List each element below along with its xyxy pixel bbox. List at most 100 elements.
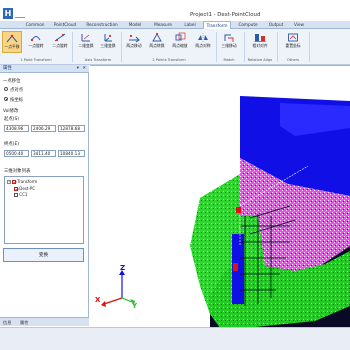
axes-gizmo: Z X Y [95,264,138,310]
start-y-field[interactable]: 2406.29 [31,125,56,132]
checkbox[interactable] [12,180,16,184]
axis-2d-icon [81,34,90,42]
button-label: 三维变换 [100,43,116,48]
panel-title: 属性 [3,66,12,71]
tab-pointcloud[interactable]: PointCloud [50,21,80,29]
tab-reconstruction[interactable]: Reconstruction [83,21,121,29]
point-cloud-scene[interactable]: Z X Y [90,66,350,327]
move-point-icon [6,34,18,43]
match-icon [224,34,234,42]
tree-child-row[interactable]: CC1 [14,192,27,197]
reset-icon [288,33,298,42]
button-label: 一点旋转 [28,43,44,48]
two-point-convert-button[interactable]: 两点转换 [147,31,167,53]
radio-label: 点对点 [10,88,24,93]
end-x-field[interactable]: 0500.40 [4,150,29,157]
button-label: 重置坐标 [285,43,301,48]
group-separator [72,32,73,62]
axis-3d-icon [104,34,112,42]
group-label-4: Match [223,58,235,62]
button-label: 两点缩放 [172,43,188,48]
ribbon-toolbar: 一点平移 一点旋转 二点旋转 1 Point Transform 二维变换 三维… [0,29,350,65]
rotate-point-icon [30,36,41,42]
radio-by-coordinates[interactable] [4,97,8,101]
checkbox[interactable] [14,187,18,191]
reset-coordinates-button[interactable]: 重置坐标 [283,31,303,53]
group-label-3: 2 Points Transform [152,58,186,62]
red-marker [236,207,241,213]
collapse-icon[interactable]: − [7,180,11,184]
tab-common[interactable]: Common [22,21,48,29]
tab-measure[interactable]: Measure [150,21,176,29]
mirror-icon [198,33,208,42]
button-label: 两点转换 [149,43,165,48]
end-y-field[interactable]: 3411.40 [31,150,56,157]
button-label: 二点旋转 [52,43,68,48]
y-axis-label: Y [131,302,138,310]
window-title: Project1 - Dest-PointCloud [190,12,261,18]
3d-viewport[interactable]: Z X Y [90,65,350,327]
radio-point-to-point[interactable] [4,87,8,91]
y-axis [121,297,133,303]
button-label: 三维移动 [221,43,237,48]
tree-child-label: Dest-PC [19,186,36,191]
one-point-move-button[interactable]: 一点平移 [2,31,22,53]
section-label: 一点移位 [3,79,21,84]
app-logo[interactable]: H [3,8,13,19]
tab-properties[interactable]: 属性 [20,319,28,326]
tree-root-row[interactable]: − Transform [7,179,37,184]
one-point-rotate-button[interactable]: 一点旋转 [26,31,46,53]
group-label-1: 1 Point Transform [20,58,52,62]
tree-root-label: Transform [17,179,38,184]
radio-label: 按坐标 [10,98,24,103]
x-axis-label: X [95,296,101,304]
group-label-6: Others [286,58,300,62]
tree-child-row[interactable]: Dest-PC [14,186,35,191]
relative-align-button[interactable]: 相对对齐 [250,31,270,53]
3d-move-match-button[interactable]: 三维移动 [219,31,239,53]
section-label: Vol修改 [3,109,19,114]
x-axis [103,297,123,305]
tab-transform[interactable]: Transform [203,21,231,29]
tree-child-label: CC1 [19,192,28,197]
button-label: 相对对齐 [252,43,268,48]
two-point-convert-icon [152,32,162,42]
rotate-two-points-icon [54,33,66,42]
panel-header: 属性 ▾ ✕ [0,65,89,73]
start-point-label: 起点(S) [4,117,19,122]
tab-view[interactable]: View [290,21,308,29]
start-x-field[interactable]: 4308.96 [4,125,29,132]
group-separator [121,32,122,62]
quick-access-toolbar[interactable] [15,12,25,18]
tab-info[interactable]: 信息 [3,319,11,326]
tab-model[interactable]: Model [124,21,146,29]
3d-transform-button[interactable]: 三维变换 [98,31,118,53]
object-tree: − Transform Dest-PC CC1 [4,176,84,244]
checkbox[interactable] [14,193,18,197]
end-z-field[interactable]: 10840.13 [58,150,85,157]
two-point-rotate-button[interactable]: 二点旋转 [50,31,70,53]
tab-compute[interactable]: Compute [234,21,262,29]
group-separator [309,32,310,62]
ribbon-tab-bar: Common PointCloud Reconstruction Model M… [0,21,350,29]
x-axis-arrow [101,301,106,307]
title-bar: H Project1 - Dest-PointCloud [0,0,350,21]
tab-output[interactable]: Output [265,21,287,29]
scale-icon [175,32,186,41]
tab-label[interactable]: Label [180,21,200,29]
two-point-move-button[interactable]: 两点移动 [124,31,144,53]
two-point-scale-button[interactable]: 两点缩放 [170,31,190,53]
2d-transform-button[interactable]: 二维变换 [76,31,96,53]
properties-panel: 属性 ▾ ✕ 一点移位 点对点 按坐标 Vol修改 起点(S) 4308.96 … [0,65,89,317]
two-point-move-icon [129,34,140,43]
two-point-mirror-button[interactable]: 两点对称 [193,31,213,53]
button-label: 两点对称 [195,43,211,48]
transform-button[interactable]: 变换 [3,248,84,262]
start-z-field[interactable]: 12878.68 [58,125,85,132]
group-label-2: Axis Transform [84,58,112,62]
group-label-5: Relative Align [247,58,273,62]
panel-bottom-tabs: 信息 属性 [0,317,89,326]
end-point-label: 终点(E) [4,142,19,147]
panel-window-buttons[interactable]: ▾ ✕ [77,65,87,73]
button-label: 两点移动 [126,43,142,48]
